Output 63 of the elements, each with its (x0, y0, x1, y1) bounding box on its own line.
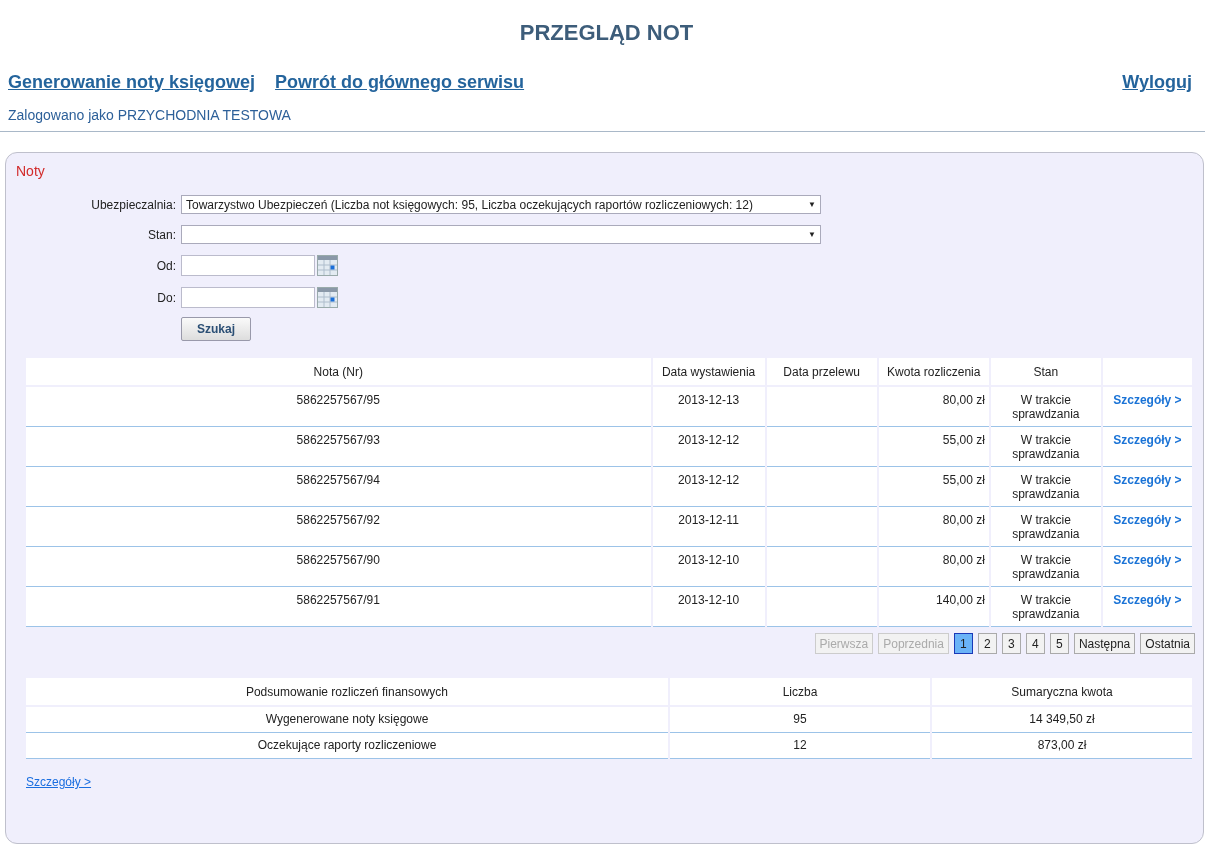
column-header: Kwota rozliczenia (878, 358, 989, 387)
page-button[interactable]: Następna (1073, 633, 1136, 654)
column-header: Data wystawienia (652, 358, 765, 387)
table-cell: 80,00 zł (878, 547, 989, 587)
table-cell: Oczekujące raporty rozliczeniowe (26, 733, 668, 759)
logout-link[interactable]: Wyloguj (1122, 72, 1192, 93)
details-link[interactable]: Szczegóły > (26, 775, 92, 789)
table-cell: 5862257567/93 (26, 427, 651, 467)
table-cell: 5862257567/95 (26, 387, 651, 427)
field-label: Stan: (147, 227, 176, 242)
dropdown-field[interactable]: Towarzystwo Ubezpieczeń (Liczba not księgowych: 95, Liczba oczekujących raportów rozliczeniowych: 12) ▼ (181, 195, 821, 214)
panel-title: Noty (16, 163, 45, 179)
table-cell: 5862257567/90 (26, 547, 651, 587)
page-button[interactable]: 2 (977, 633, 997, 654)
date-field[interactable] (181, 287, 315, 308)
table-cell: 80,00 zł (878, 507, 989, 547)
table-cell: 873,00 zł (932, 733, 1192, 759)
column-header: Sumaryczna kwota (932, 678, 1192, 707)
date-field[interactable] (181, 255, 315, 276)
column-header: Podsumowanie rozliczeń finansowych (26, 678, 668, 707)
search-button[interactable]: Szukaj (181, 317, 251, 341)
page-button[interactable]: 4 (1025, 633, 1045, 654)
column-header: Data przelewu (766, 358, 877, 387)
calendar-icon[interactable] (317, 287, 338, 308)
table-cell: 140,00 zł (878, 587, 989, 627)
table-cell: 5862257567/94 (26, 467, 651, 507)
page-button[interactable]: Ostatnia (1140, 633, 1195, 654)
page-button[interactable]: 3 (1001, 633, 1021, 654)
page-button[interactable]: 5 (1049, 633, 1069, 654)
table-cell: 2013-12-10 (652, 547, 765, 587)
table-cell: 12 (670, 733, 930, 759)
column-header: Nota (Nr) (26, 358, 651, 387)
field-label: Ubezpieczalnia: (91, 197, 176, 212)
nav-link[interactable]: Generowanie noty księgowej (8, 72, 256, 93)
table-cell: W trakcie sprawdzania (990, 507, 1101, 547)
table-cell: 2013-12-12 (652, 427, 765, 467)
table-cell: 5862257567/92 (26, 507, 651, 547)
table-cell: 5862257567/91 (26, 587, 651, 627)
page-title: PRZEGLĄD NOT (518, 19, 695, 47)
logged-in-text: Zalogowano jako PRZYCHODNIA TESTOWA (0, 107, 1205, 132)
page-button[interactable]: 1 (953, 633, 973, 654)
table-cell: W trakcie sprawdzania (990, 587, 1101, 627)
field-label: Do: (157, 290, 176, 305)
column-header: Stan (990, 358, 1101, 387)
table-cell: 80,00 zł (878, 387, 989, 427)
dropdown-field[interactable]: ▼ (181, 225, 821, 244)
table-cell: 2013-12-11 (652, 507, 765, 547)
field-label: Od: (156, 258, 176, 273)
table-cell: Wygenerowane noty księgowe (26, 707, 668, 733)
nav-link[interactable]: Powrót do głównego serwisu (275, 72, 525, 93)
table-cell: W trakcie sprawdzania (990, 387, 1101, 427)
table-cell: 55,00 zł (878, 467, 989, 507)
column-header: Liczba (670, 678, 930, 707)
table-cell: W trakcie sprawdzania (990, 467, 1101, 507)
table-cell: 2013-12-13 (652, 387, 765, 427)
table-cell: 2013-12-12 (652, 467, 765, 507)
table-cell: 55,00 zł (878, 427, 989, 467)
table-cell: W trakcie sprawdzania (990, 547, 1101, 587)
calendar-icon[interactable] (317, 255, 338, 276)
table-cell: 2013-12-10 (652, 587, 765, 627)
table-cell: W trakcie sprawdzania (990, 427, 1101, 467)
table-cell: 14 349,50 zł (932, 707, 1192, 733)
table-cell: 95 (670, 707, 930, 733)
